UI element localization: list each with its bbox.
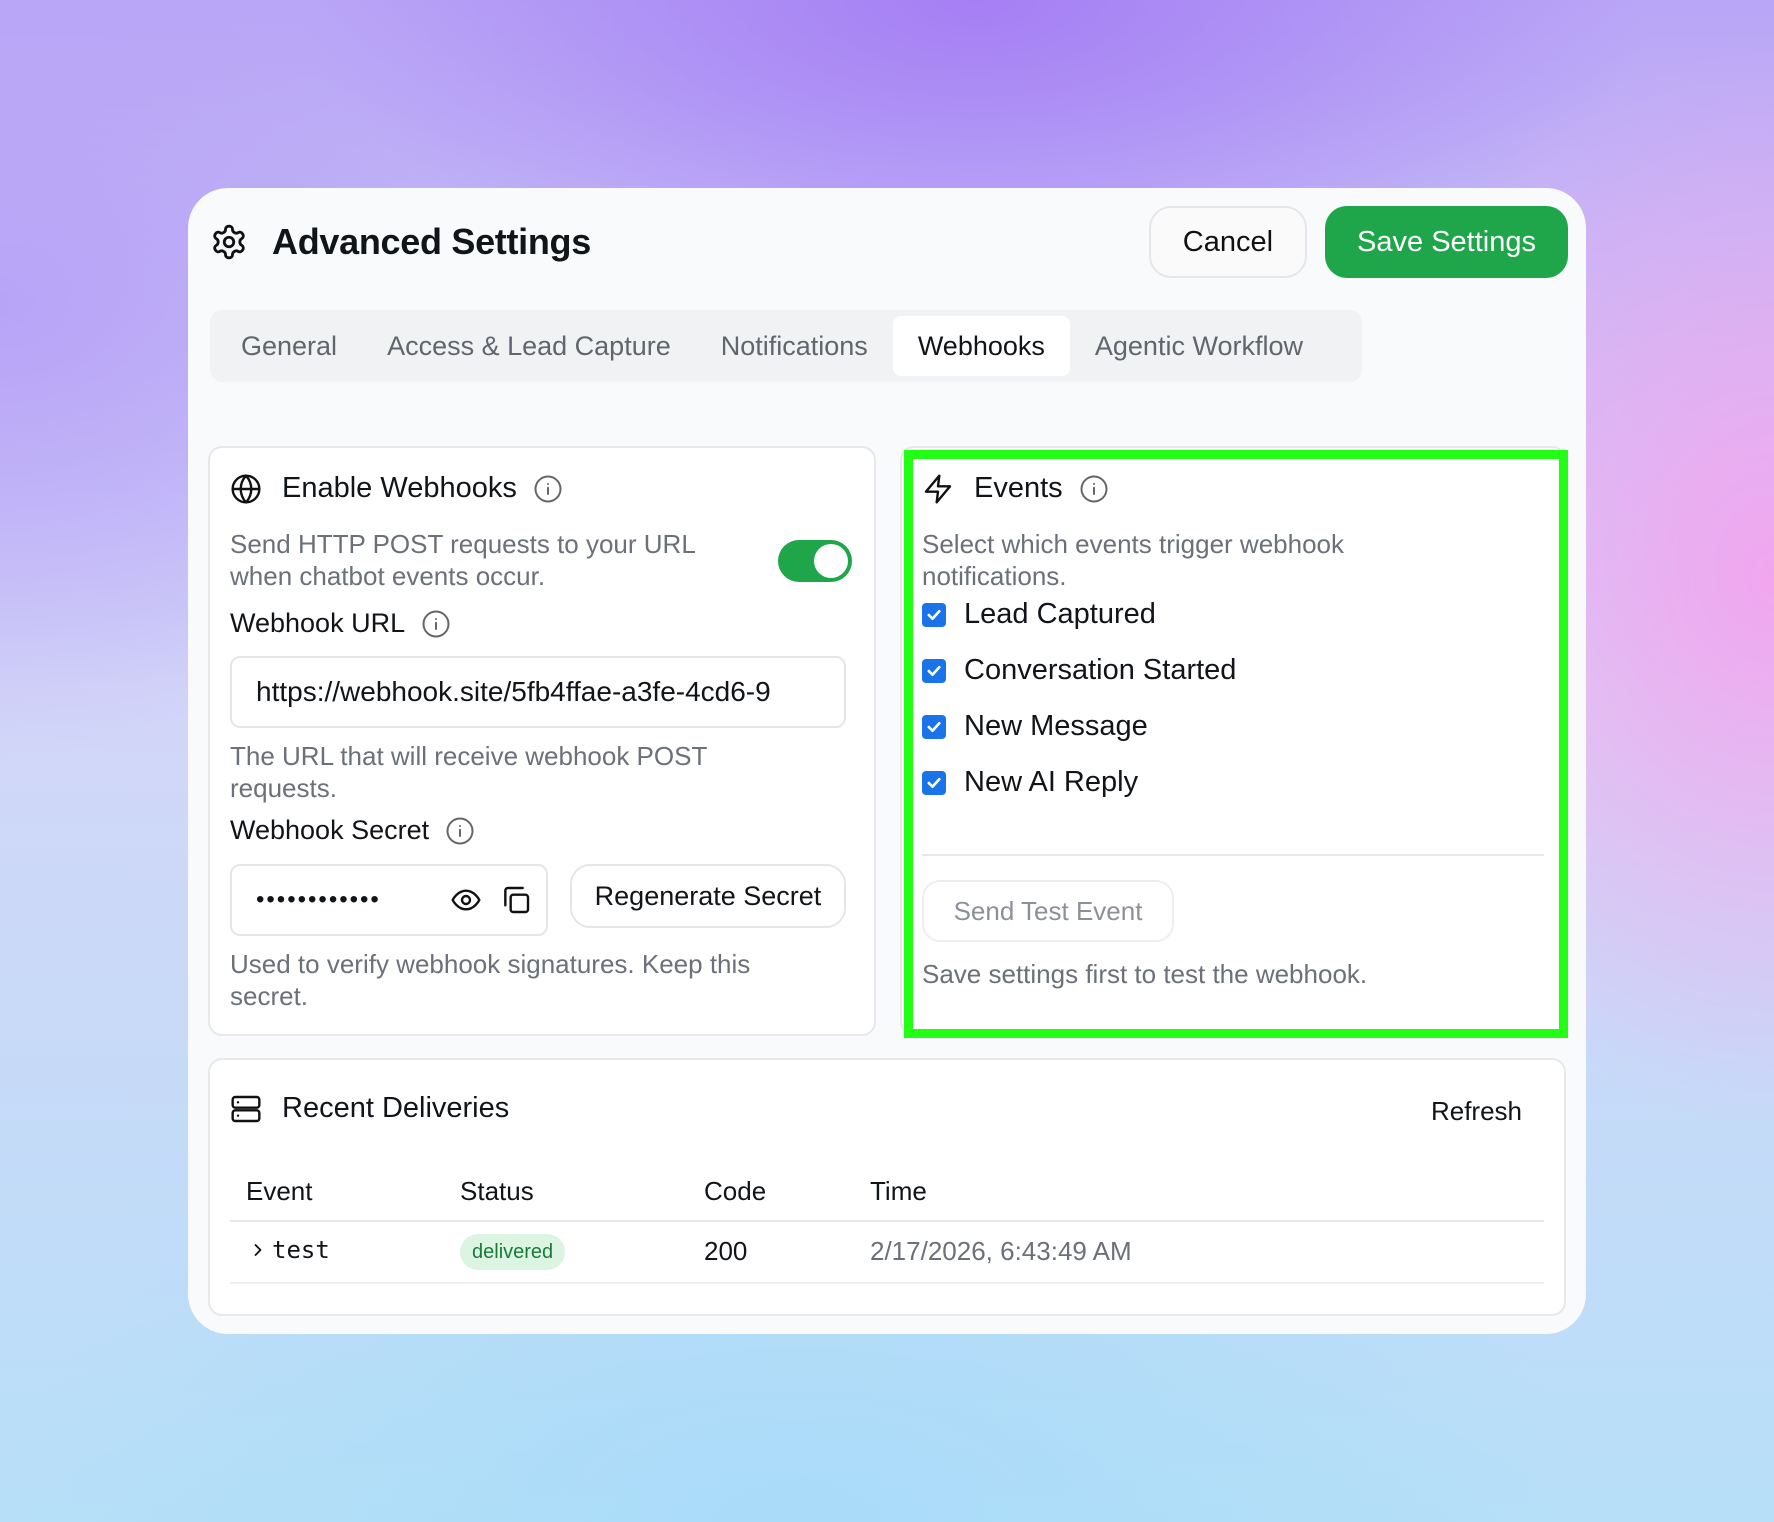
enable-webhooks-description: Send HTTP POST requests to your URL when… [230,529,695,591]
info-icon[interactable] [421,609,451,639]
webhook-url-label: Webhook URL [230,608,451,639]
chevron-right-icon[interactable] [248,1240,268,1260]
checkbox-checked-icon[interactable] [922,658,946,683]
test-help-text: Save settings first to test the webhook. [922,959,1368,989]
gear-icon [210,223,248,261]
event-label: Conversation Started [964,654,1237,686]
event-new-ai-reply[interactable]: New AI Reply [922,766,1138,799]
event-conversation-started[interactable]: Conversation Started [922,654,1236,687]
tab-general[interactable]: General [216,316,362,376]
event-label: Lead Captured [964,598,1156,630]
regenerate-secret-button[interactable]: Regenerate Secret [570,864,846,928]
recent-deliveries-header: Recent Deliveries [230,1092,509,1125]
column-header-code: Code [704,1176,767,1206]
header-actions: Cancel Save Settings [1148,206,1568,278]
page-title: Advanced Settings [272,221,591,262]
checkbox-checked-icon[interactable] [922,602,946,627]
column-header-status: Status [460,1176,534,1206]
webhook-url-label-text: Webhook URL [230,608,406,638]
webhook-url-help: The URL that will receive webhook POST r… [230,741,707,803]
webhook-secret-label-text: Webhook Secret [230,815,430,845]
webhook-secret-value: •••••••••••• [256,886,381,913]
table-row[interactable]: test delivered 200 2/17/2026, 6:43:49 AM [230,1222,1544,1282]
table-row-divider [230,1282,1544,1284]
settings-tabs: General Access & Lead Capture Notificati… [210,310,1362,382]
webhook-secret-help: Used to verify webhook signatures. Keep … [230,949,751,1011]
column-header-time: Time [870,1176,927,1206]
enable-webhooks-header: Enable Webhooks [230,472,563,505]
enable-webhooks-title: Enable Webhooks [282,472,517,504]
cancel-button[interactable]: Cancel [1148,206,1308,278]
save-settings-button[interactable]: Save Settings [1325,206,1568,278]
webhook-url-input[interactable]: https://webhook.site/5fb4ffae-a3fe-4cd6-… [230,656,846,728]
tab-notifications[interactable]: Notifications [696,316,893,376]
checkbox-checked-icon[interactable] [922,714,946,739]
lightning-icon [922,473,954,505]
event-lead-captured[interactable]: Lead Captured [922,598,1156,631]
events-divider [922,854,1544,856]
events-description: Select which events trigger webhook noti… [922,529,1345,591]
info-icon[interactable] [533,474,563,504]
column-header-event: Event [246,1176,313,1206]
event-new-message[interactable]: New Message [922,710,1148,743]
advanced-settings-card: Advanced Settings Cancel Save Settings G… [188,188,1586,1334]
event-label: New Message [964,710,1148,742]
webhook-secret-label: Webhook Secret [230,815,475,846]
tab-webhooks[interactable]: Webhooks [892,316,1070,376]
enable-webhooks-toggle[interactable] [778,540,852,582]
recent-deliveries-panel: Recent Deliveries Refresh Event Status C… [208,1058,1566,1316]
copy-icon[interactable] [500,884,532,916]
event-label: New AI Reply [964,766,1139,798]
delivery-code: 200 [704,1236,748,1266]
refresh-button[interactable]: Refresh [1431,1096,1522,1127]
tab-agentic-workflow[interactable]: Agentic Workflow [1070,316,1328,376]
status-badge: delivered [460,1234,566,1270]
events-panel: Events Select which events trigger webho… [900,446,1568,1038]
tab-access-lead-capture[interactable]: Access & Lead Capture [362,316,696,376]
send-test-event-button[interactable]: Send Test Event [922,880,1174,942]
server-icon [230,1093,262,1125]
eye-icon[interactable] [450,884,482,916]
globe-icon [230,473,262,505]
header: Advanced Settings Cancel Save Settings [210,206,1568,278]
recent-deliveries-title: Recent Deliveries [282,1092,510,1124]
toggle-knob [814,544,848,578]
delivery-time: 2/17/2026, 6:43:49 AM [870,1236,1132,1266]
events-title: Events [974,472,1063,504]
checkbox-checked-icon[interactable] [922,770,946,795]
info-icon[interactable] [445,816,475,846]
info-icon[interactable] [1079,474,1109,504]
events-header: Events [922,472,1109,505]
delivery-event: test [272,1236,330,1264]
enable-webhooks-panel: Enable Webhooks Send HTTP POST requests … [208,446,876,1036]
